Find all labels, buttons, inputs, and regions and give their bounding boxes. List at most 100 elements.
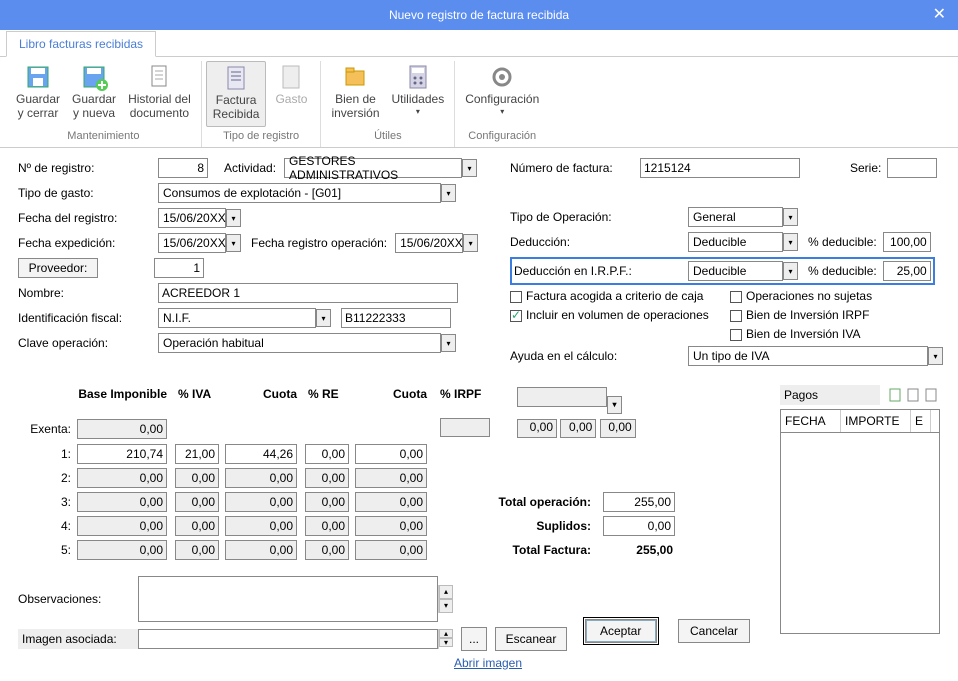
chk-volumen[interactable]	[510, 310, 522, 322]
tipogasto-combo[interactable]: Consumos de explotación - [G01]	[158, 183, 441, 203]
aceptar-button[interactable]: Aceptar	[585, 619, 657, 643]
supl[interactable]	[603, 516, 675, 536]
chevron-down-icon[interactable]: ▾	[783, 262, 798, 280]
save-new-button[interactable]: Guardar y nueva	[66, 61, 122, 127]
pagos-label: Pagos	[780, 385, 880, 405]
close-icon[interactable]: ✕	[933, 4, 946, 24]
piva-input[interactable]	[175, 492, 219, 512]
cuota-input[interactable]	[225, 492, 297, 512]
chk-caja[interactable]	[510, 291, 522, 303]
cuota-input[interactable]	[225, 468, 297, 488]
pagos-hdr-e: E	[911, 410, 931, 432]
bien-inversion-button[interactable]: Bien de inversión	[325, 61, 385, 127]
numfactura-input[interactable]	[640, 158, 800, 178]
pagos-add-icon[interactable]	[886, 386, 904, 404]
chk-bi-iva[interactable]	[730, 329, 742, 341]
totop[interactable]	[603, 492, 675, 512]
chk-bi-irpf[interactable]	[730, 310, 742, 322]
browse-button[interactable]: ...	[461, 627, 487, 651]
chevron-down-icon[interactable]: ▾	[226, 209, 241, 227]
calculator-icon	[404, 63, 432, 91]
gasto-button[interactable]: Gasto	[266, 61, 316, 127]
img-input[interactable]	[138, 629, 438, 649]
pagos-del-icon[interactable]	[922, 386, 940, 404]
pre-input[interactable]	[305, 468, 349, 488]
tab-libro-facturas[interactable]: Libro facturas recibidas	[6, 31, 156, 57]
chevron-down-icon[interactable]: ▾	[928, 347, 943, 365]
chevron-down-icon[interactable]: ▾	[441, 334, 456, 352]
obs-label: Observaciones:	[18, 592, 138, 606]
config-button[interactable]: Configuración ▾	[459, 61, 545, 127]
label: Configuración	[465, 93, 539, 107]
base-input[interactable]	[77, 516, 167, 536]
claveop-combo[interactable]: Operación habitual	[158, 333, 441, 353]
cancelar-button[interactable]: Cancelar	[678, 619, 750, 643]
expense-icon	[277, 63, 305, 91]
pre-input[interactable]	[305, 540, 349, 560]
chevron-down-icon[interactable]: ▾	[226, 234, 241, 252]
chevron-down-icon[interactable]: ▾	[316, 309, 331, 327]
piva-input[interactable]	[175, 516, 219, 536]
serie-input[interactable]	[887, 158, 937, 178]
value: 15/06/20XX	[163, 236, 226, 250]
cuota2-input[interactable]	[355, 492, 427, 512]
dedirpf-combo[interactable]: Deducible	[688, 261, 783, 281]
ayuda-label: Ayuda en el cálculo:	[510, 349, 640, 363]
pagos-edit-icon[interactable]	[904, 386, 922, 404]
actividad-combo[interactable]: GESTORES ADMINISTRATIVOS	[284, 158, 462, 178]
chevron-down-icon[interactable]: ▾	[463, 234, 478, 252]
hdr-pirpf: % IRPF	[430, 385, 494, 416]
ayuda-combo[interactable]: Un tipo de IVA	[688, 346, 928, 366]
history-button[interactable]: Historial del documento	[122, 61, 197, 127]
chevron-down-icon[interactable]: ▾	[441, 184, 456, 202]
scan-button[interactable]: Escanear	[495, 627, 567, 651]
abrir-imagen-link[interactable]: Abrir imagen	[454, 656, 522, 670]
pre-input[interactable]	[305, 444, 349, 464]
obs-input[interactable]	[138, 576, 438, 622]
pded-input[interactable]	[883, 232, 931, 252]
utilidades-button[interactable]: Utilidades ▾	[386, 61, 451, 127]
cuota-input[interactable]	[225, 540, 297, 560]
chk-nosujetas[interactable]	[730, 291, 742, 303]
base-input[interactable]	[77, 468, 167, 488]
fecharegistro-input[interactable]: 15/06/20XX	[158, 208, 226, 228]
piva-input[interactable]	[175, 468, 219, 488]
tipogasto-label: Tipo de gasto:	[18, 186, 158, 200]
nombre-input[interactable]	[158, 283, 458, 303]
hdr-base: Base Imponible	[74, 385, 170, 416]
cuota2-input[interactable]	[355, 540, 427, 560]
chevron-down-icon[interactable]: ▾	[462, 159, 477, 177]
cuota-input[interactable]	[225, 516, 297, 536]
fecharegop-input[interactable]: 15/06/20XX	[395, 233, 463, 253]
save-close-button[interactable]: Guardar y cerrar	[10, 61, 66, 127]
proveedor-input[interactable]	[154, 258, 204, 278]
pded2-input[interactable]	[883, 261, 931, 281]
factura-recibida-button[interactable]: Factura Recibida	[206, 61, 267, 127]
tipoop-combo[interactable]: General	[688, 207, 783, 227]
chevron-down-icon[interactable]: ▾	[783, 233, 798, 251]
dedirpf-label: Deducción en I.R.P.F.:	[514, 264, 642, 278]
chevron-down-icon[interactable]: ▾	[783, 208, 798, 226]
fechaexp-input[interactable]: 15/06/20XX	[158, 233, 226, 253]
pre-input[interactable]	[305, 492, 349, 512]
idfiscal-tipo-combo[interactable]: N.I.F.	[158, 308, 316, 328]
piva-input[interactable]	[175, 444, 219, 464]
pre-input[interactable]	[305, 516, 349, 536]
nregistro-input[interactable]	[158, 158, 208, 178]
cuota2-input[interactable]	[355, 468, 427, 488]
cuota2-input[interactable]	[355, 516, 427, 536]
base-input[interactable]	[77, 444, 167, 464]
irpf-combo[interactable]	[517, 387, 607, 407]
cuota2-input[interactable]	[355, 444, 427, 464]
piva-input[interactable]	[175, 540, 219, 560]
chevron-down-icon[interactable]: ▾	[607, 396, 622, 414]
pagos-table[interactable]: FECHA IMPORTE E	[780, 409, 940, 634]
base-input[interactable]	[77, 492, 167, 512]
value: Consumos de explotación - [G01]	[163, 186, 341, 200]
idfiscal-num-input[interactable]	[341, 308, 451, 328]
proveedor-button[interactable]: Proveedor:	[18, 258, 98, 278]
deduccion-label: Deducción:	[510, 235, 640, 249]
base-input[interactable]	[77, 540, 167, 560]
cuota-input[interactable]	[225, 444, 297, 464]
deduccion-combo[interactable]: Deducible	[688, 232, 783, 252]
